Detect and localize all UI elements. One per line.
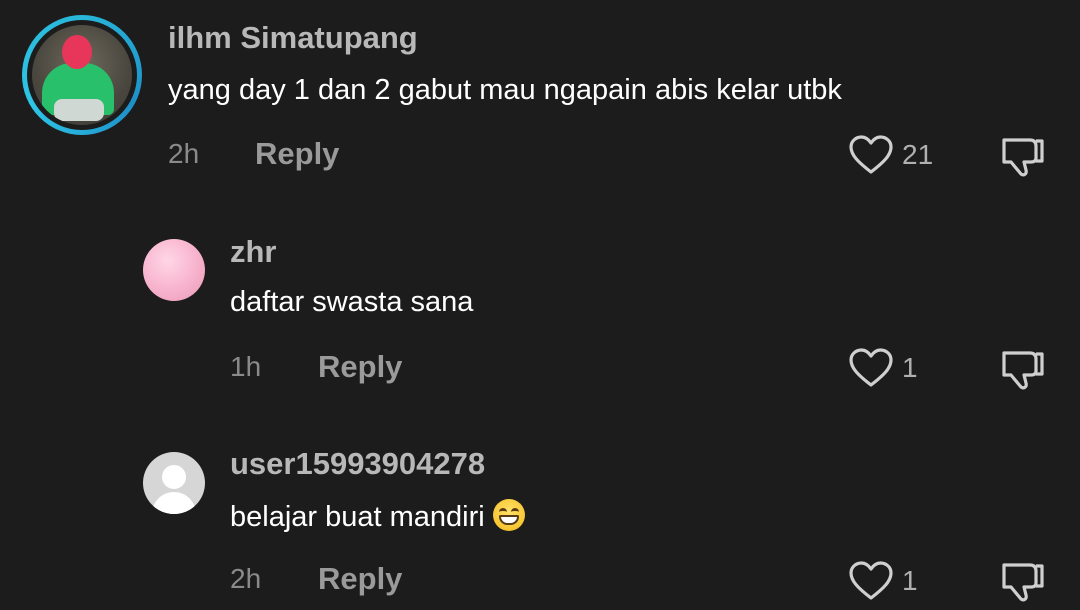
avatar[interactable] — [22, 15, 142, 135]
reply-button[interactable]: Reply — [318, 349, 402, 385]
grinning-face-emoji-icon — [492, 499, 525, 531]
like-count: 1 — [902, 352, 918, 383]
heart-icon — [849, 135, 893, 174]
comment-text: daftar swasta sana — [230, 286, 474, 318]
heart-icon — [849, 561, 893, 600]
comment-username[interactable]: user15993904278 — [230, 446, 485, 482]
like-button[interactable]: 1 — [848, 347, 918, 389]
thumbs-down-icon[interactable] — [1000, 561, 1046, 603]
comment-timestamp: 2h — [230, 563, 262, 594]
like-button[interactable]: 1 — [848, 560, 918, 602]
thumbs-down-icon[interactable] — [1000, 136, 1046, 178]
like-button[interactable]: 21 — [848, 134, 933, 176]
like-count: 21 — [902, 139, 934, 170]
avatar-photo — [32, 25, 132, 125]
reply-button[interactable]: Reply — [255, 136, 339, 172]
comment-username[interactable]: zhr — [230, 234, 277, 270]
comment-text: yang day 1 dan 2 gabut mau ngapain abis … — [168, 74, 842, 106]
reply-button[interactable]: Reply — [318, 561, 402, 597]
comment-timestamp: 2h — [168, 138, 200, 169]
default-user-icon — [162, 465, 186, 489]
avatar[interactable] — [143, 452, 205, 514]
heart-icon — [849, 348, 893, 387]
comment-timestamp: 1h — [230, 351, 262, 382]
comment-text-content: belajar buat mandiri — [230, 501, 485, 533]
avatar[interactable] — [143, 239, 205, 301]
comment-username[interactable]: ilhm Simatupang — [168, 20, 418, 56]
thumbs-down-icon[interactable] — [1000, 349, 1046, 391]
comment-text: belajar buat mandiri — [230, 499, 525, 534]
like-count: 1 — [902, 565, 918, 596]
